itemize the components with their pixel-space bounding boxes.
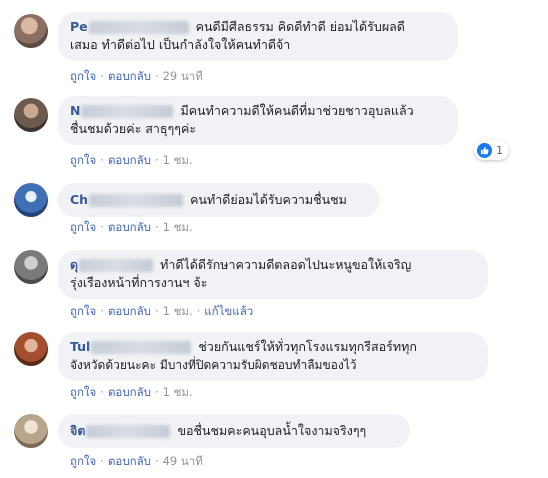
- separator-dot: ·: [100, 153, 104, 167]
- comment-actions: ถูกใจ · ตอบกลับ · 29 นาที: [70, 68, 203, 86]
- comment-bubble: ดุ ทำดีได้ดีรักษาความดีตลอดไปนะหนูขอให้เ…: [58, 250, 488, 299]
- comment-bubble: จิต ขอชื่นชมคะคนอุบลน้ำใจงามจริงๆๆ: [58, 414, 410, 448]
- comment-bubble: N มีคนทำความดีให้คนดีที่มาช่วยชาวอุบลแล้…: [58, 96, 458, 145]
- separator-dot: ·: [100, 385, 104, 399]
- avatar[interactable]: [14, 332, 48, 366]
- separator-dot: ·: [154, 454, 159, 468]
- separator-dot: ·: [154, 153, 159, 167]
- comment-time[interactable]: 1 ชม.: [163, 220, 193, 234]
- blurred-name: [81, 105, 174, 118]
- comment-text: ช่วยกันแชร์ให้ทั่วทุกโรงแรมทุกรีสอร์ททุก: [198, 339, 417, 354]
- separator-dot: ·: [100, 304, 104, 318]
- separator-dot: ·: [154, 220, 159, 234]
- comment-text: คนทำดีย่อมได้รับความชื่นชม: [190, 192, 347, 207]
- reaction-count: 1: [496, 143, 503, 157]
- reply-link[interactable]: ตอบกลับ: [108, 385, 151, 399]
- comment-actions: ถูกใจ · ตอบกลับ · 1 ชม.: [70, 219, 193, 237]
- comment-time[interactable]: 29 นาที: [163, 69, 203, 83]
- like-link[interactable]: ถูกใจ: [70, 220, 96, 234]
- comment-actions: ถูกใจ · ตอบกลับ · 1 ชม.: [70, 384, 193, 402]
- comment-text-line2: จังหวัดด้วยนะคะ มีบางที่ปิดความรับผิดชอบ…: [70, 358, 357, 372]
- blurred-name: [79, 259, 154, 272]
- reply-link[interactable]: ตอบกลับ: [108, 153, 151, 167]
- separator-dot: ·: [196, 304, 201, 318]
- separator-dot: ·: [154, 385, 159, 399]
- avatar[interactable]: [14, 14, 48, 48]
- comment-actions: ถูกใจ · ตอบกลับ · 49 นาที: [70, 453, 203, 471]
- comment-text: ขอชื่นชมคะคนอุบลน้ำใจงามจริงๆๆ: [177, 423, 367, 438]
- avatar[interactable]: [14, 250, 48, 284]
- like-link[interactable]: ถูกใจ: [70, 153, 96, 167]
- comment-text: คนดีมีศีลธรรม คิดดีทำดี ย่อมได้รับผลดี: [195, 19, 405, 34]
- like-icon: [477, 142, 492, 158]
- separator-dot: ·: [154, 304, 159, 318]
- separator-dot: ·: [100, 220, 104, 234]
- comment-text-line2: รุ่งเรืองหน้าที่การงานฯ จ้ะ: [70, 275, 208, 290]
- edited-link[interactable]: แก้ไขแล้ว: [204, 304, 253, 318]
- blurred-name: [88, 21, 189, 34]
- separator-dot: ·: [100, 69, 104, 83]
- reply-link[interactable]: ตอบกลับ: [108, 220, 151, 234]
- comment-time[interactable]: 1 ชม.: [163, 153, 193, 167]
- comment-author[interactable]: Ch: [70, 192, 88, 207]
- comment-text: มีคนทำความดีให้คนดีที่มาช่วยชาวอุบลแล้ว: [180, 103, 414, 118]
- avatar[interactable]: [14, 98, 48, 132]
- comment-actions: ถูกใจ · ตอบกลับ · 1 ชม.: [70, 152, 193, 170]
- blurred-name: [89, 194, 184, 207]
- comment-bubble: Ch คนทำดีย่อมได้รับความชื่นชม: [58, 183, 380, 217]
- like-link[interactable]: ถูกใจ: [70, 69, 96, 83]
- comment-author[interactable]: Tul: [70, 339, 90, 354]
- separator-dot: ·: [100, 454, 104, 468]
- comment-text-line2: ชื่นชมด้วยค่ะ สาธุๆๆค่ะ: [70, 121, 197, 136]
- comment-bubble: Tul ช่วยกันแชร์ให้ทั่วทุกโรงแรมทุกรีสอร์…: [58, 332, 488, 381]
- comment-bubble: Pe คนดีมีศีลธรรม คิดดีทำดี ย่อมได้รับผลด…: [58, 12, 458, 61]
- blurred-name: [91, 341, 192, 354]
- avatar[interactable]: [14, 414, 48, 448]
- comment-actions: ถูกใจ · ตอบกลับ · 1 ชม. · แก้ไขแล้ว: [70, 303, 253, 321]
- avatar[interactable]: [14, 183, 48, 217]
- comment-text: ทำดีได้ดีรักษาความดีตลอดไปนะหนูขอให้เจริ…: [160, 257, 412, 272]
- separator-dot: ·: [154, 69, 159, 83]
- reply-link[interactable]: ตอบกลับ: [108, 304, 151, 318]
- reply-link[interactable]: ตอบกลับ: [108, 454, 151, 468]
- comment-author[interactable]: N: [70, 103, 80, 118]
- comment-author[interactable]: ดุ: [70, 257, 78, 272]
- reply-link[interactable]: ตอบกลับ: [108, 69, 151, 83]
- comment-author[interactable]: Pe: [70, 19, 88, 34]
- comment-text-line2: เสมอ ทำดีต่อไป เป็นกำลังใจให้คนทำดีจ้า: [70, 37, 291, 52]
- blurred-name: [86, 425, 171, 438]
- like-link[interactable]: ถูกใจ: [70, 385, 96, 399]
- comment-time[interactable]: 1 ชม.: [163, 385, 193, 399]
- like-link[interactable]: ถูกใจ: [70, 304, 96, 318]
- reaction-count-badge[interactable]: 1: [474, 140, 509, 160]
- like-link[interactable]: ถูกใจ: [70, 454, 96, 468]
- comment-time[interactable]: 49 นาที: [163, 454, 203, 468]
- comment-author[interactable]: จิต: [70, 423, 85, 438]
- comment-time[interactable]: 1 ชม.: [163, 304, 193, 318]
